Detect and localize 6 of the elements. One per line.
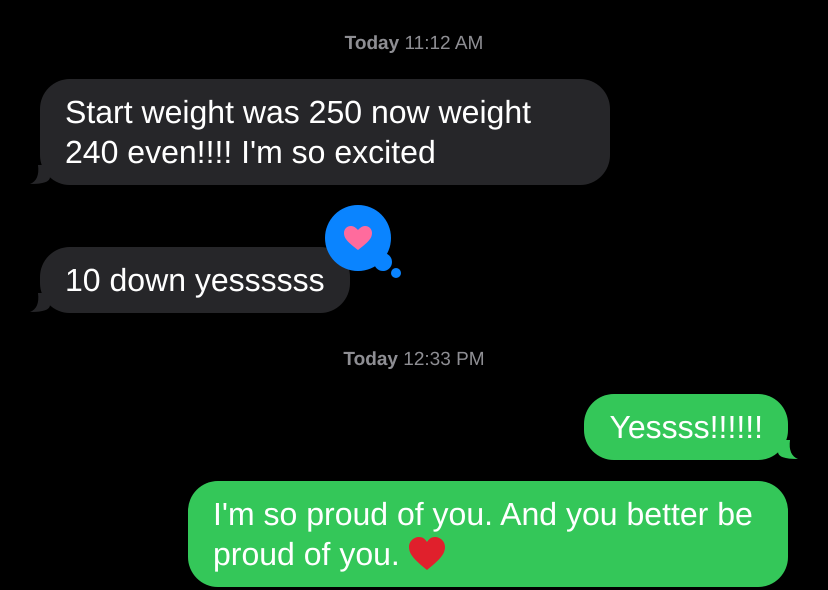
message-text: Yessss!!!!!! (609, 409, 763, 445)
message-text: 10 down yessssss (65, 262, 325, 298)
timestamp: Today 12:33 PM (343, 348, 485, 372)
message-text: Start weight was 250 now weight 240 even!!!! I'm so excited (65, 94, 532, 170)
message-text: I'm so proud of you. And you better be proud of you. (213, 496, 753, 572)
timestamp: Today 11:12 AM (344, 32, 484, 56)
